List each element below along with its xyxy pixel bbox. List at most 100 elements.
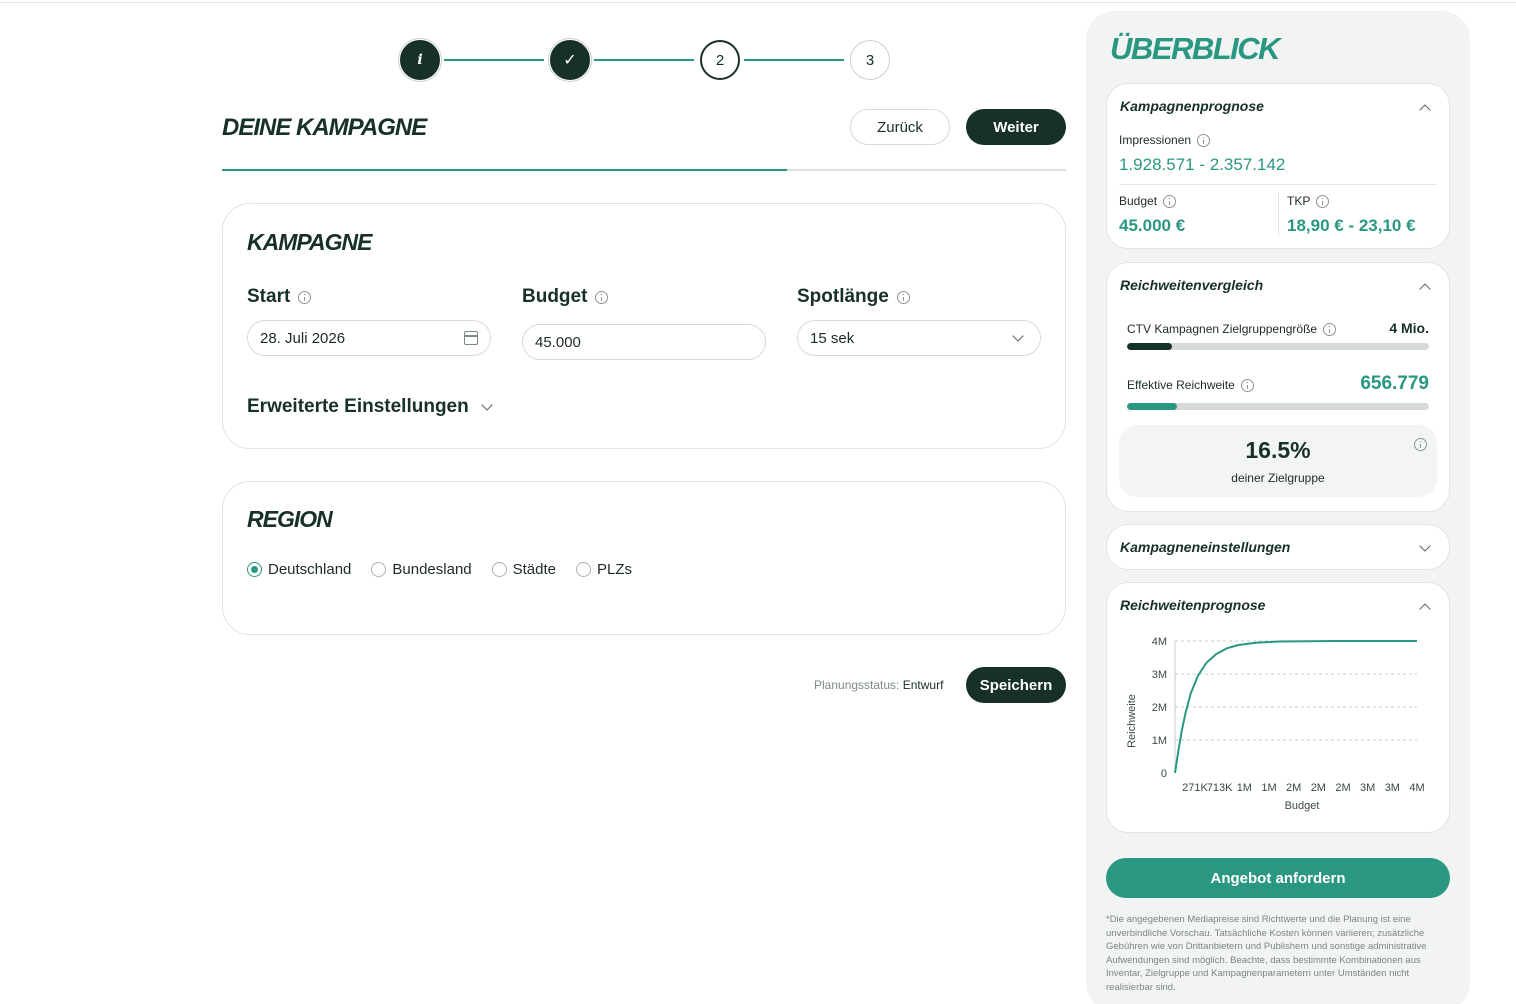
status-value: Entwurf (902, 678, 944, 692)
x-tick-label: 2M (1335, 782, 1350, 794)
step-connector (444, 59, 544, 61)
chevron-down-icon[interactable] (1419, 540, 1431, 552)
radio-dot[interactable] (371, 562, 387, 577)
start-field-label: Start (247, 286, 312, 308)
tkp-label-row: TKP (1287, 194, 1330, 208)
info-icon[interactable] (1323, 322, 1337, 336)
impressions-value: 1.928.571 - 2.357.142 (1119, 155, 1286, 174)
step-number: 3 (865, 51, 875, 69)
page-title: DEINE KAMPAGNE (222, 114, 427, 141)
region-options: Deutschland Bundesland Städte PLZs (247, 561, 632, 578)
x-tick-label: 4M (1409, 782, 1424, 794)
radio-dot[interactable] (576, 562, 591, 577)
back-button[interactable]: Zurück (850, 109, 950, 145)
impressions-label-row: Impressionen (1119, 133, 1211, 147)
radio-dot[interactable] (491, 562, 507, 577)
radio-staedte[interactable]: Städte (491, 561, 556, 578)
reach-forecast-chart: 0 1M 2M 3M 4M 271K713K 1M 1M 2M 2M 2M 3M 3M 4M Budget R… (1126, 636, 1425, 812)
info-icon[interactable] (298, 290, 312, 304)
tkp-value: 18,90 € - 23,10 € (1287, 216, 1416, 235)
info-icon[interactable] (896, 290, 910, 304)
info-icon[interactable] (1316, 194, 1330, 208)
request-offer-button[interactable]: Angebot anfordern (1106, 858, 1450, 898)
radio-deutschland[interactable]: Deutschland (247, 561, 351, 578)
reach-forecast-title[interactable]: Reichweitenprognose (1120, 597, 1265, 613)
radio-dot[interactable] (247, 562, 262, 577)
step-2[interactable]: 2 (700, 40, 740, 80)
next-button[interactable]: Weiter (966, 109, 1066, 145)
step-done[interactable]: ✓ (548, 38, 592, 82)
chevron-up-icon[interactable] (1419, 283, 1431, 295)
y-tick-label: 3M (1152, 669, 1167, 681)
spot-length-select[interactable]: 15 sek (797, 320, 1041, 356)
divider (1278, 192, 1279, 236)
spot-field-label: Spotlänge (797, 286, 910, 308)
step-info[interactable]: i (398, 38, 442, 82)
calendar-icon[interactable] (464, 331, 478, 345)
info-icon: i (417, 52, 423, 68)
reach-compare-title[interactable]: Reichweitenvergleich (1120, 277, 1263, 293)
spot-label: Spotlänge (797, 286, 889, 307)
top-divider (0, 2, 1516, 3)
disclaimer-text: *Die angegebenen Mediapreise sind Richtw… (1106, 914, 1427, 993)
chevron-up-icon[interactable] (1419, 603, 1431, 615)
forecast-title[interactable]: Kampagnenprognose (1120, 98, 1264, 114)
progress-bar (222, 169, 1066, 171)
progress-fill (222, 169, 788, 171)
step-number: 2 (715, 51, 725, 69)
budget-input[interactable]: 45.000 (522, 324, 766, 360)
check-icon: ✓ (563, 52, 577, 69)
info-icon[interactable] (1163, 194, 1177, 208)
reach-forecast-card: Reichweitenprognose 0 1M 2M 3M 4M 271K 713K 1M 1… (1106, 582, 1450, 833)
divider (1119, 184, 1437, 185)
effective-reach-value: 656.779 (1360, 373, 1429, 394)
radio-label: Deutschland (268, 561, 352, 578)
save-button[interactable]: Speichern (966, 667, 1066, 703)
advanced-settings-toggle[interactable]: Erweiterte Einstellungen (247, 396, 493, 418)
effective-reach-bar-fill (1127, 403, 1177, 410)
x-tick-label: 2M (1311, 782, 1326, 794)
target-size-value: 4 Mio. (1389, 320, 1429, 336)
radio-label: PLZs (597, 561, 633, 578)
effective-reach-label-row: Effektive Reichweite (1127, 378, 1254, 392)
chevron-down-icon (481, 398, 493, 411)
x-axis-label: Budget (1285, 800, 1320, 812)
campaign-forecast-card: Kampagnenprognose Impressionen 1.928.571… (1106, 83, 1450, 249)
y-axis-label: Reichweite (1126, 694, 1138, 748)
effective-reach-label: Effektive Reichweite (1127, 378, 1235, 392)
radio-bundesland[interactable]: Bundesland (371, 561, 472, 578)
chevron-up-icon[interactable] (1419, 104, 1431, 116)
y-tick-label: 2M (1152, 702, 1167, 714)
x-tick-label: 2M (1286, 782, 1301, 794)
start-date-input[interactable]: 28. Juli 2026 (247, 320, 491, 356)
planning-status: Planungsstatus: Entwurf (814, 678, 943, 692)
info-icon[interactable] (595, 290, 609, 304)
radio-plzs[interactable]: PLZs (576, 561, 632, 578)
target-size-bar-fill (1127, 343, 1173, 350)
budget-field-label: Budget (522, 286, 609, 308)
x-tick-label: 1M (1261, 782, 1276, 794)
x-tick-label: 713K (1207, 782, 1233, 794)
budget-value: 45.000 (535, 333, 581, 351)
overview-title: ÜBERBLICK (1110, 31, 1281, 66)
budget-label: Budget (1119, 194, 1158, 208)
overview-sidebar: ÜBERBLICK Kampagnenprognose Impressionen… (1086, 11, 1470, 1004)
target-share-caption: deiner Zielgruppe (1231, 471, 1325, 485)
y-tick-label: 0 (1161, 768, 1167, 780)
region-card: REGION Deutschland Bundesland Städte PLZ… (222, 481, 1066, 635)
step-3[interactable]: 3 (850, 40, 890, 80)
x-tick-label: 3M (1385, 782, 1400, 794)
campaign-settings-title[interactable]: Kampagneneinstellungen (1120, 539, 1290, 555)
budget-value: 45.000 € (1119, 216, 1186, 235)
step-connector (594, 59, 694, 61)
reach-compare-card: Reichweitenvergleich CTV Kampagnen Zielg… (1106, 262, 1450, 512)
radio-label: Städte (512, 561, 556, 578)
start-date-value: 28. Juli 2026 (260, 329, 346, 347)
campaign-settings-card[interactable]: Kampagneneinstellungen (1106, 524, 1450, 570)
info-icon[interactable] (1197, 133, 1211, 147)
y-tick-label: 1M (1152, 735, 1167, 747)
region-title: REGION (247, 506, 333, 532)
info-icon[interactable] (1414, 438, 1427, 451)
campaign-title: KAMPAGNE (247, 229, 372, 255)
info-icon[interactable] (1240, 378, 1254, 392)
